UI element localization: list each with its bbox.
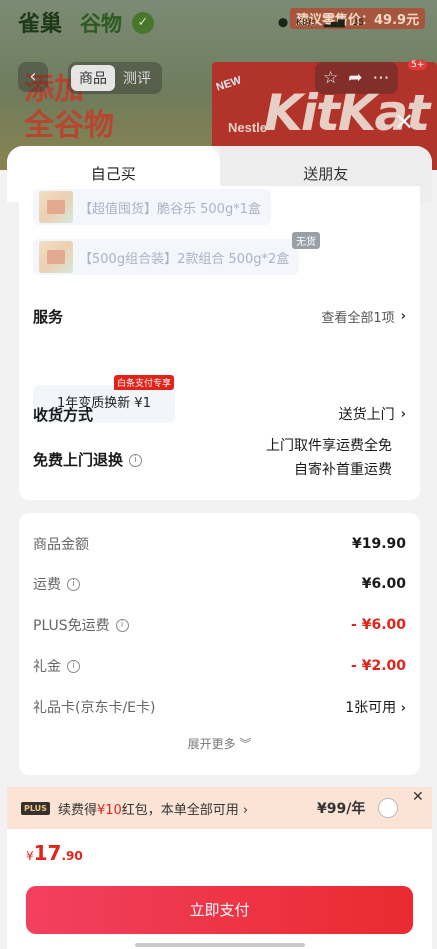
currency-symbol: ¥: [26, 849, 34, 863]
share-icon[interactable]: ➦: [348, 68, 362, 88]
price-breakdown-card: 商品金额 ¥19.90 运费 i ¥6.00 PLUS免运费 i - ¥6.00 礼…: [19, 513, 420, 775]
baitiao-exclusive-tag: 白条支付专享: [114, 375, 175, 390]
variant-label: 【超值囤货】脆谷乐 500g*1盒: [79, 201, 261, 217]
home-indicator[interactable]: [135, 943, 305, 947]
fee-value: ¥19.90: [351, 536, 406, 552]
battery-level: 35: [352, 18, 365, 28]
return-policy: 上门取件享运费全免 自寄补首重运费: [266, 434, 392, 482]
fee-value: 1张可用: [345, 700, 397, 716]
checkout-footer: ¥17.90 立即支付: [7, 829, 432, 949]
variant-thumbnail: [39, 191, 73, 223]
out-of-stock-badge: 无货: [292, 232, 320, 249]
plus-badge: PLUS: [21, 801, 50, 815]
product-nav-tabs: 商品 测评: [68, 62, 162, 94]
fee-row-goods: 商品金额 ¥19.90: [33, 532, 406, 556]
info-icon[interactable]: i: [67, 659, 80, 673]
view-all-services-link[interactable]: 查看全部1项 ›: [321, 307, 406, 326]
plus-select-radio[interactable]: [378, 798, 398, 818]
fee-label: 运费: [33, 577, 61, 593]
product-maker: Nestle: [228, 120, 268, 135]
options-card: 【超值囤货】脆谷乐 500g*1盒 【500g组合装】2款组合 500g*2盒 …: [19, 186, 420, 500]
plus-price: ¥99/年: [317, 801, 366, 817]
brand-logo: 雀巢: [18, 12, 63, 37]
fee-label-wrap: 礼金 i: [33, 656, 80, 676]
plus-text-pre: 续费得: [57, 802, 97, 818]
fee-row-shipping: 运费 i ¥6.00: [33, 572, 406, 596]
close-icon[interactable]: ✕: [392, 110, 416, 134]
fee-label: 礼金: [33, 659, 61, 675]
total-decimal: .90: [61, 849, 83, 863]
chevron-right-icon: ›: [400, 701, 406, 716]
back-button[interactable]: ‹: [18, 62, 48, 92]
fee-row-plus-free-shipping: PLUS免运费 i - ¥6.00: [33, 613, 406, 637]
info-icon[interactable]: i: [115, 618, 129, 632]
variant-option[interactable]: 【超值囤货】脆谷乐 500g*1盒: [33, 189, 271, 225]
free-return-label[interactable]: 免费上门退换 i: [33, 449, 143, 470]
fee-label-wrap: PLUS免运费 i: [33, 615, 129, 635]
return-policy-line: 上门取件享运费全免: [266, 438, 392, 454]
slogan-line: 全谷物: [24, 108, 114, 143]
more-icon[interactable]: ⋯: [373, 68, 390, 88]
plus-text-highlight: ¥10: [96, 802, 122, 818]
pay-now-button[interactable]: 立即支付: [26, 886, 413, 934]
delivery-method-value: 送货上门: [338, 407, 395, 423]
fee-value-wrap: 1张可用 ›: [345, 697, 406, 717]
nav-actions: ☆ ➦ ⋯: [315, 62, 398, 94]
chevron-right-icon: ›: [400, 406, 406, 422]
view-all-services-text: 查看全部1项: [321, 311, 395, 326]
expand-more-button[interactable]: 展开更多 ︾: [19, 735, 420, 752]
service-label: 服务: [33, 308, 64, 326]
brand-subtitle: 谷物: [80, 12, 122, 36]
variant-label: 【500g组合装】2款组合 500g*2盒: [79, 251, 290, 267]
plus-upsell-bar[interactable]: PLUS 续费得¥10红包，本单全部可用 › ¥99/年 ✕: [7, 787, 432, 829]
tab-product[interactable]: 商品: [71, 65, 115, 91]
delivery-method-selector[interactable]: 送货上门 ›: [339, 404, 406, 424]
signal-icon: ▂▄▆: [323, 18, 345, 28]
message-badge: 5+: [408, 60, 428, 70]
delivery-method-label: 收货方式: [33, 406, 94, 424]
status-bar: ⬤ KB/s ▂▄▆ 35: [278, 18, 364, 28]
plus-upsell-text: 续费得¥10红包，本单全部可用 ›: [58, 799, 248, 818]
plus-text-post: 红包，本单全部可用 ›: [121, 802, 249, 818]
fee-label: 礼品卡(京东卡/E卡): [33, 700, 156, 716]
fee-label-wrap: 运费 i: [33, 574, 80, 594]
fee-value: ¥6.00: [361, 576, 406, 592]
info-icon[interactable]: i: [129, 454, 143, 467]
tab-review[interactable]: 测评: [115, 65, 159, 91]
network-speed: KB/s: [296, 18, 316, 28]
fee-label: PLUS免运费: [33, 618, 110, 634]
return-policy-line: 自寄补首重运费: [294, 462, 392, 478]
fee-row-gift-card[interactable]: 礼品卡(京东卡/E卡) 1张可用 ›: [33, 695, 406, 719]
info-icon[interactable]: i: [67, 577, 80, 591]
total-integer: 17: [33, 841, 62, 865]
free-return-text: 免费上门退换: [33, 451, 124, 469]
close-icon[interactable]: ✕: [412, 789, 424, 805]
variant-thumbnail: [39, 241, 73, 273]
total-price: ¥17.90: [26, 841, 83, 865]
fee-value: - ¥2.00: [351, 658, 406, 674]
fee-value: - ¥6.00: [351, 617, 406, 633]
chevron-right-icon: ›: [400, 309, 406, 324]
location-icon: ⬤: [278, 18, 289, 28]
favorite-star-icon[interactable]: ☆: [323, 68, 338, 88]
fee-label: 商品金额: [33, 537, 89, 553]
leaf-icon: ✓: [132, 12, 154, 34]
variant-option[interactable]: 【500g组合装】2款组合 500g*2盒: [33, 239, 300, 275]
fee-row-gift-money: 礼金 i - ¥2.00: [33, 654, 406, 678]
